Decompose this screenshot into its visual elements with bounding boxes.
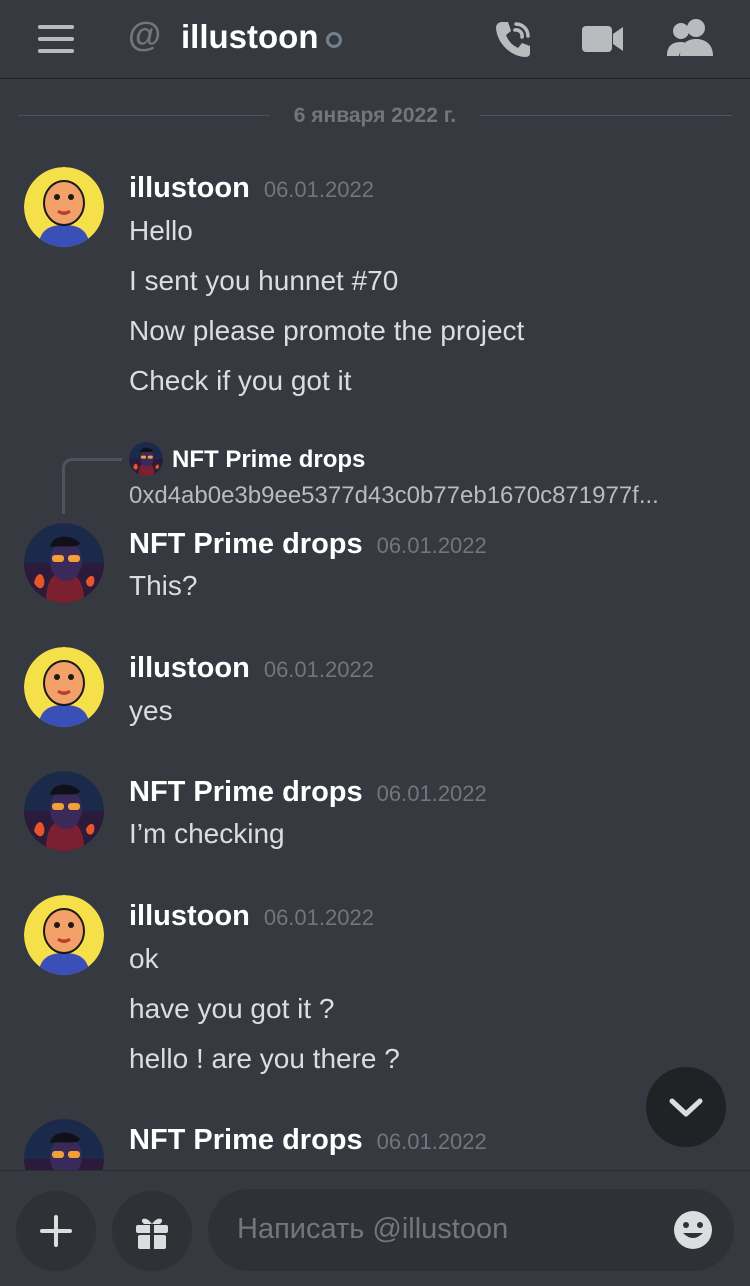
gift-button[interactable]: [112, 1191, 192, 1271]
avatar[interactable]: [24, 771, 104, 851]
message-author[interactable]: illustoon: [129, 652, 250, 684]
date-divider-label: 6 января 2022 г.: [293, 104, 457, 127]
date-divider: 6 января 2022 г.: [18, 100, 732, 130]
message-author[interactable]: illustoon: [129, 900, 250, 932]
message-timestamp: 06.01.2022: [376, 1129, 487, 1154]
message-composer: Написать @illustoon: [0, 1170, 750, 1286]
reply-preview-text[interactable]: 0xd4ab0e3b9ee5377d43c0b77eb1670c871977f.…: [129, 482, 724, 510]
emoji-icon[interactable]: [672, 1209, 714, 1251]
chevron-down-icon: [669, 1098, 703, 1117]
message-input[interactable]: Написать @illustoon: [208, 1189, 734, 1271]
message-author[interactable]: NFT Prime drops: [129, 776, 363, 808]
page-title[interactable]: illustoon: [181, 18, 318, 56]
offline-status-icon: [326, 32, 342, 48]
message-text: Check if you got it: [129, 365, 352, 396]
message-text: yes: [129, 695, 173, 726]
plus-icon: [40, 1215, 72, 1247]
message-text: hello ! are you there ?: [129, 1043, 400, 1074]
message-input-placeholder: Написать @illustoon: [237, 1213, 509, 1245]
avatar[interactable]: [24, 167, 104, 247]
message-author[interactable]: NFT Prime drops: [129, 528, 363, 560]
message-text: Hello: [129, 215, 193, 246]
scroll-to-bottom-button[interactable]: [646, 1067, 726, 1147]
message-timestamp: 06.01.2022: [263, 905, 374, 930]
reply-avatar: [129, 442, 163, 476]
message-text: ok: [129, 943, 159, 974]
message-author[interactable]: illustoon: [129, 172, 250, 204]
message-text: I sent you hunnet #70: [129, 265, 399, 296]
message-timestamp: 06.01.2022: [376, 533, 487, 558]
message-text: I’m checking: [129, 818, 285, 849]
add-attachment-button[interactable]: [16, 1191, 96, 1271]
phone-call-icon[interactable]: [492, 18, 534, 60]
video-camera-icon[interactable]: [582, 20, 624, 58]
channel-header: @ illustoon: [0, 0, 750, 79]
avatar[interactable]: [24, 647, 104, 727]
at-icon: @: [128, 16, 162, 54]
members-icon[interactable]: [666, 18, 714, 58]
reply-author[interactable]: NFT Prime drops: [172, 446, 365, 474]
hamburger-icon[interactable]: [38, 25, 74, 53]
avatar[interactable]: [24, 523, 104, 603]
message-text: This?: [129, 570, 198, 601]
gift-icon: [136, 1218, 168, 1249]
message-author[interactable]: NFT Prime drops: [129, 1124, 363, 1156]
message-text: have you got it ?: [129, 993, 335, 1024]
message-timestamp: 06.01.2022: [263, 177, 374, 202]
message-timestamp: 06.01.2022: [263, 657, 374, 682]
reply-connector: [62, 458, 122, 514]
message-timestamp: 06.01.2022: [376, 781, 487, 806]
avatar[interactable]: [24, 895, 104, 975]
message-text: Now please promote the project: [129, 315, 525, 346]
